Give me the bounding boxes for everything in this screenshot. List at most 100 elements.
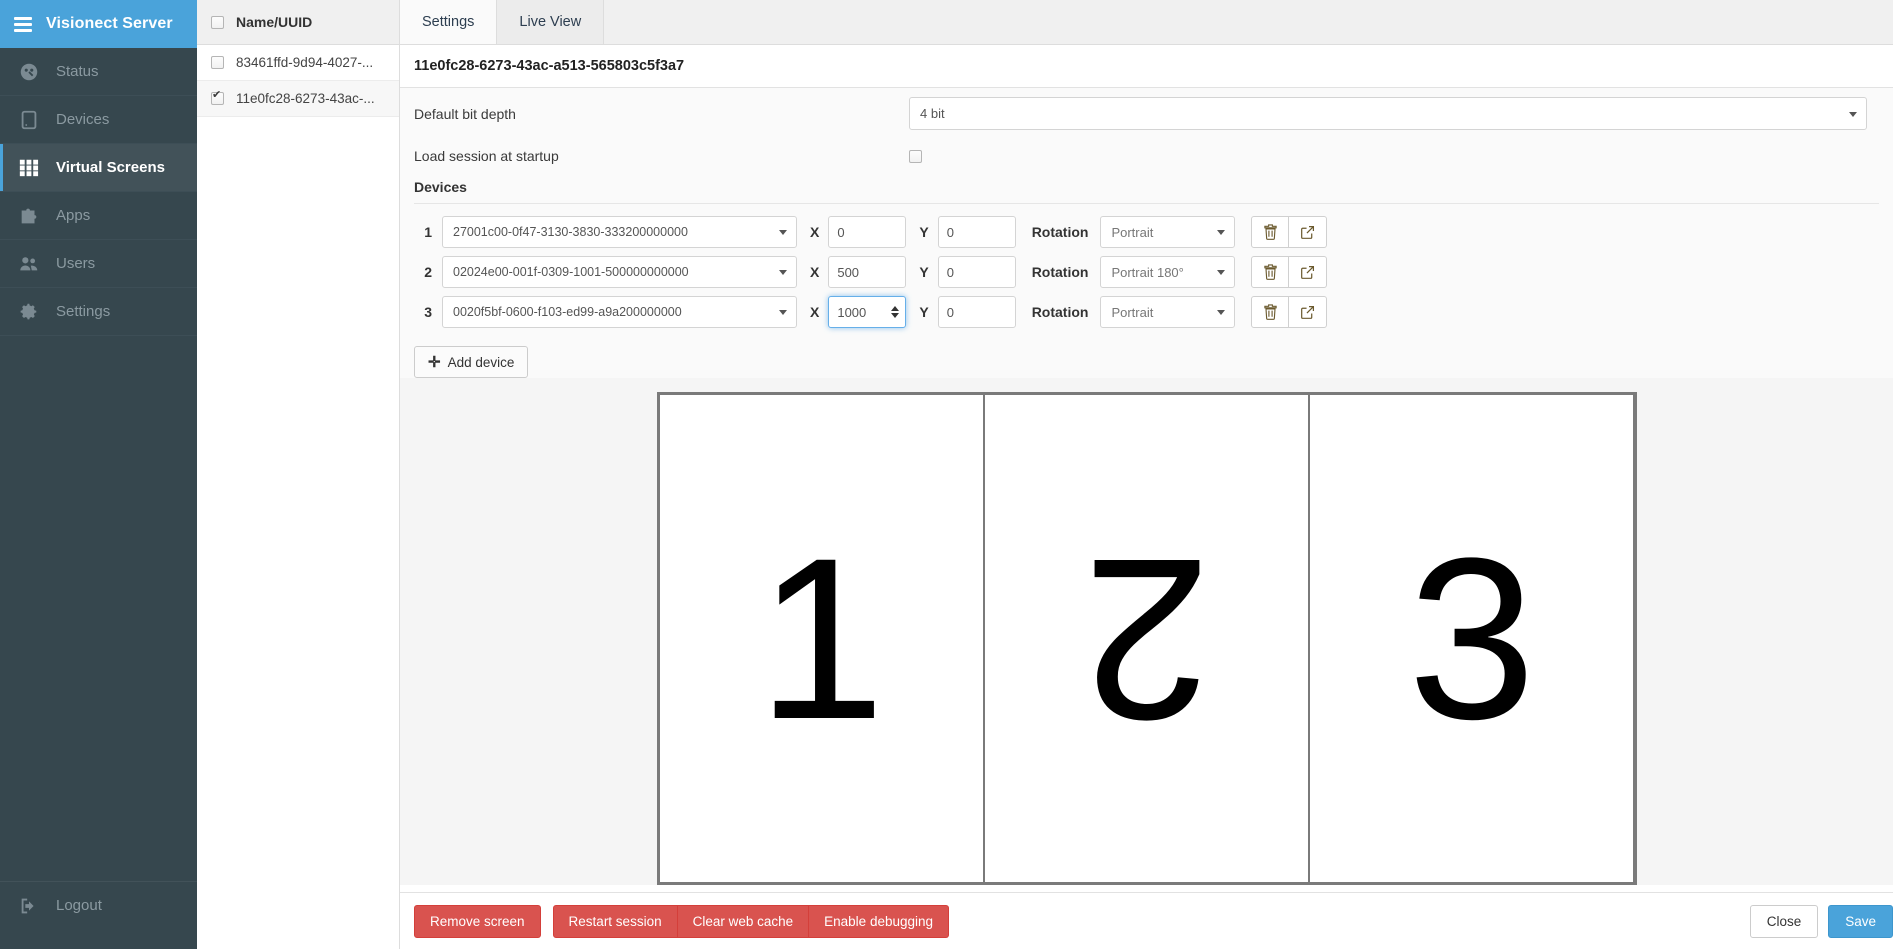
- default-bit-depth-select[interactable]: 4 bit: [909, 97, 1867, 130]
- devices-heading: Devices: [414, 179, 467, 195]
- x-label: X: [810, 264, 820, 280]
- device-x-value: 1000: [837, 304, 867, 320]
- clear-web-cache-button[interactable]: Clear web cache: [677, 904, 810, 938]
- device-x-input[interactable]: 0: [828, 216, 907, 248]
- rotation-label: Rotation: [1031, 264, 1089, 280]
- open-device-button[interactable]: [1289, 256, 1328, 288]
- remove-screen-button[interactable]: Remove screen: [414, 904, 541, 938]
- list-item[interactable]: 11e0fc28-6273-43ac-...: [197, 81, 399, 117]
- add-device-label: Add device: [447, 354, 515, 370]
- row-load-session: Load session at startup: [400, 139, 1893, 173]
- settings-form: Default bit depth 4 bit Load session at …: [400, 88, 1893, 885]
- brand-header[interactable]: Visionect Server: [0, 0, 197, 48]
- sidebar-item-status[interactable]: Status: [0, 48, 197, 96]
- list-item[interactable]: 83461ffd-9d94-4027-...: [197, 45, 399, 81]
- x-label: X: [810, 224, 820, 240]
- device-uuid-select[interactable]: 02024e00-001f-0309-1001-500000000000: [442, 256, 797, 288]
- plus-icon: ✛: [428, 353, 441, 371]
- y-label: Y: [919, 264, 929, 280]
- app-root: Visionect Server Status Devices Virtual …: [0, 0, 1893, 949]
- close-button[interactable]: Close: [1749, 904, 1819, 938]
- preview-screen[interactable]: 2: [984, 395, 1311, 882]
- preview-digit: 1: [757, 509, 886, 767]
- device-rotation-select[interactable]: Portrait: [1100, 216, 1236, 248]
- delete-device-button[interactable]: [1251, 296, 1290, 328]
- device-index: 2: [424, 264, 432, 280]
- list-header-label: Name/UUID: [236, 14, 313, 30]
- logout-button[interactable]: Logout: [0, 881, 197, 929]
- restart-session-button[interactable]: Restart session: [552, 904, 678, 938]
- tab-live-view[interactable]: Live View: [497, 0, 605, 44]
- device-uuid-value: 27001c00-0f47-3130-3830-333200000000: [453, 225, 688, 239]
- open-device-button[interactable]: [1289, 216, 1328, 248]
- sidebar-item-label: Users: [56, 255, 96, 272]
- chevron-down-icon: [1217, 270, 1226, 275]
- device-row: 3 0020f5bf-0600-f103-ed99-a9a200000000 X…: [400, 292, 1893, 332]
- select-all-checkbox[interactable]: [211, 15, 224, 29]
- add-device-button[interactable]: ✛ Add device: [414, 346, 529, 378]
- sidebar-item-users[interactable]: Users: [0, 240, 197, 288]
- logout-label: Logout: [56, 897, 102, 914]
- sidebar-item-settings[interactable]: Settings: [0, 288, 197, 336]
- x-label: X: [810, 304, 820, 320]
- rotation-label: Rotation: [1031, 224, 1089, 240]
- sidebar-item-devices[interactable]: Devices: [0, 96, 197, 144]
- row-checkbox[interactable]: [211, 89, 224, 105]
- device-x-input[interactable]: 500: [828, 256, 907, 288]
- preview-digit: 3: [1407, 509, 1536, 767]
- y-label: Y: [919, 304, 929, 320]
- tablet-icon: [18, 109, 40, 131]
- trash-icon: [1264, 264, 1277, 280]
- device-rotation-select[interactable]: Portrait 180°: [1100, 256, 1236, 288]
- device-x-value: 500: [837, 264, 860, 280]
- hamburger-menu-icon[interactable]: [14, 16, 32, 32]
- device-rotation-select[interactable]: Portrait: [1100, 296, 1236, 328]
- y-label: Y: [919, 224, 929, 240]
- device-uuid-select[interactable]: 27001c00-0f47-3130-3830-333200000000: [442, 216, 797, 248]
- device-uuid-select[interactable]: 0020f5bf-0600-f103-ed99-a9a200000000: [442, 296, 797, 328]
- trash-icon: [1264, 224, 1277, 240]
- save-button[interactable]: Save: [1828, 904, 1893, 938]
- device-actions: [1251, 216, 1328, 248]
- external-link-icon: [1301, 265, 1315, 279]
- chevron-down-icon: [1849, 111, 1857, 117]
- sidebar-item-label: Devices: [56, 111, 110, 128]
- brand-title: Visionect Server: [46, 15, 173, 32]
- sidebar-item-apps[interactable]: Apps: [0, 192, 197, 240]
- device-uuid-value: 02024e00-001f-0309-1001-500000000000: [453, 265, 689, 279]
- row-checkbox[interactable]: [211, 56, 224, 69]
- open-device-button[interactable]: [1289, 296, 1328, 328]
- number-spinner[interactable]: [891, 306, 900, 318]
- default-bit-depth-value: 4 bit: [920, 106, 945, 121]
- tab-label: Settings: [422, 14, 475, 30]
- device-y-input[interactable]: 0: [937, 216, 1016, 248]
- screen-preview: 1 2 3: [400, 378, 1893, 885]
- sidebar-item-virtual-screens[interactable]: Virtual Screens: [0, 144, 197, 192]
- load-session-checkbox[interactable]: [909, 149, 922, 163]
- sidebar-item-label: Settings: [56, 303, 111, 320]
- gauge-icon: [18, 61, 40, 83]
- list-header: Name/UUID: [197, 0, 399, 45]
- users-icon: [18, 253, 40, 275]
- sidebar: Visionect Server Status Devices Virtual …: [0, 0, 197, 949]
- device-actions: [1251, 256, 1328, 288]
- footer-right-actions: Close Save: [1749, 904, 1893, 938]
- enable-debugging-button[interactable]: Enable debugging: [809, 904, 950, 938]
- delete-device-button[interactable]: [1251, 256, 1290, 288]
- tab-settings[interactable]: Settings: [400, 0, 498, 44]
- device-row: 1 27001c00-0f47-3130-3830-333200000000 X…: [400, 212, 1893, 252]
- trash-icon: [1264, 304, 1277, 320]
- preview-screen[interactable]: 1: [659, 395, 985, 882]
- device-x-input[interactable]: 1000: [828, 296, 907, 328]
- device-y-input[interactable]: 0: [937, 256, 1016, 288]
- delete-device-button[interactable]: [1251, 216, 1290, 248]
- external-link-icon: [1301, 305, 1315, 319]
- logout-icon: [18, 895, 40, 917]
- device-y-input[interactable]: 0: [937, 296, 1016, 328]
- screen-list-panel: Name/UUID 83461ffd-9d94-4027-... 11e0fc2…: [197, 0, 400, 949]
- row-default-bit-depth: Default bit depth 4 bit: [400, 88, 1893, 139]
- tab-bar: Settings Live View: [400, 0, 1893, 45]
- device-index: 3: [424, 304, 432, 320]
- preview-screen[interactable]: 3: [1310, 395, 1634, 882]
